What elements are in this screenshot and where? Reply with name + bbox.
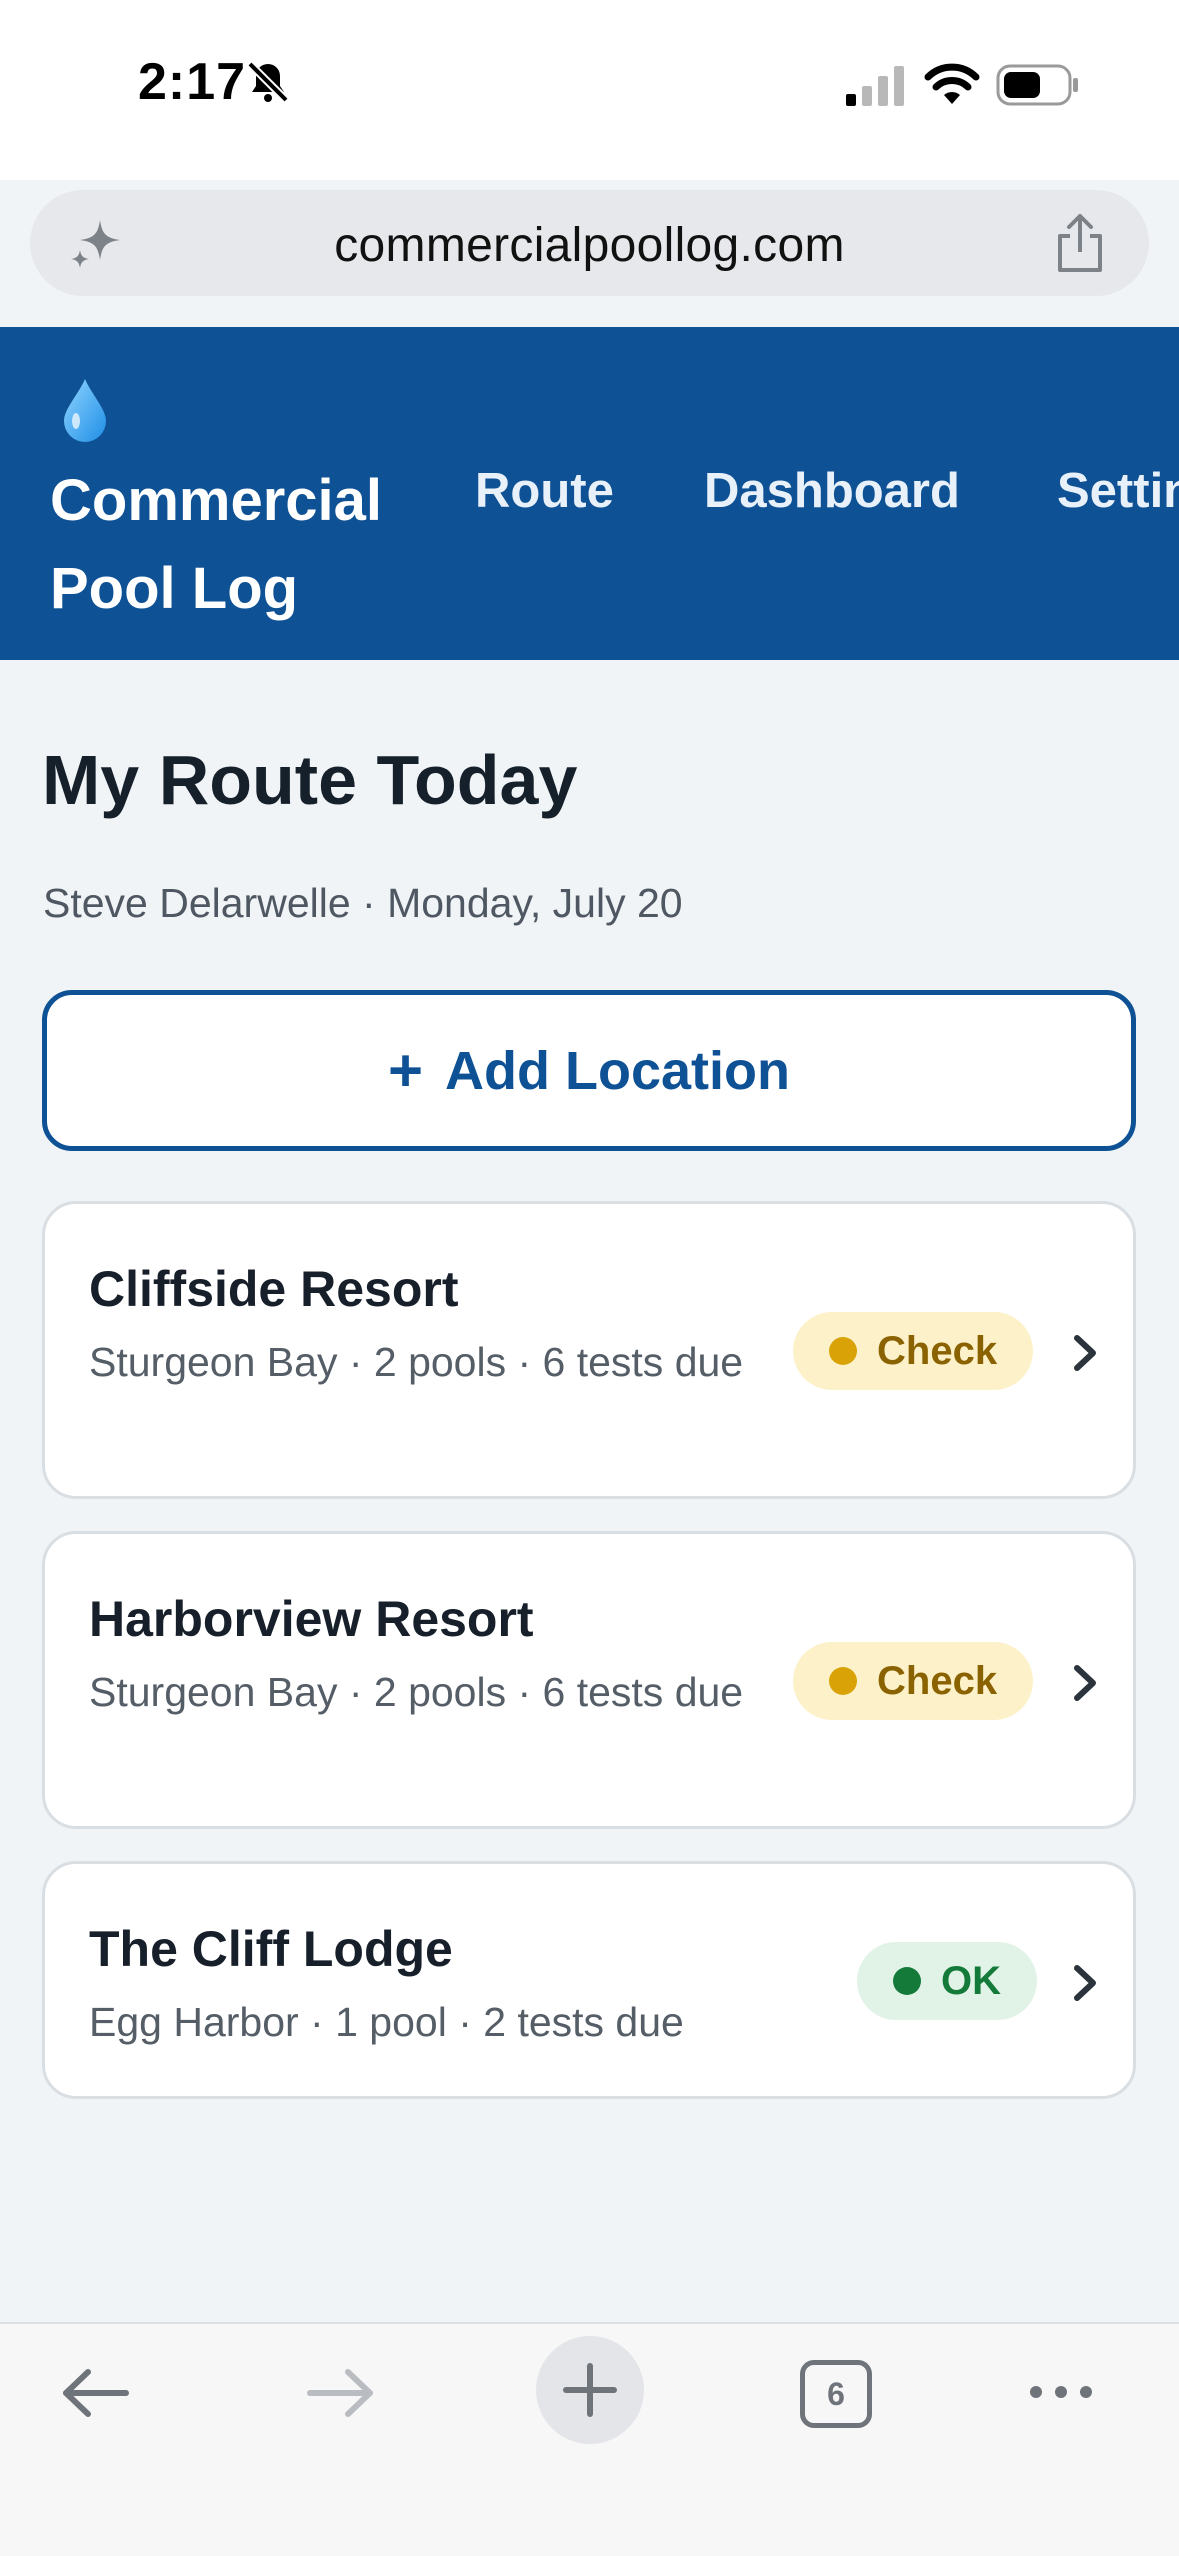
add-location-label: Add Location [445,1040,790,1101]
status-label: Check [877,1328,998,1373]
forward-arrow-icon[interactable] [304,2368,376,2418]
status-bar: 2:17 [0,0,1179,180]
water-drop-icon [64,379,106,442]
add-location-button[interactable]: + Add Location [42,990,1136,1151]
status-dot [893,1967,921,1995]
location-meta: Sturgeon Bay · 2 pools · 6 tests due [89,1339,744,1385]
back-arrow-icon[interactable] [60,2368,132,2418]
share-icon[interactable] [1050,212,1110,276]
page-title: My Route Today [42,741,578,819]
chevron-right-icon [1074,1965,1096,2001]
new-tab-button[interactable] [536,2336,644,2444]
status-badge: Check [793,1312,1034,1390]
plus-icon: + [387,1037,424,1104]
status-badge: OK [857,1942,1037,2020]
location-name: Cliffside Resort [89,1261,459,1317]
status-dot [829,1337,857,1365]
location-card-the-cliff-lodge[interactable]: The Cliff Lodge Egg Harbor · 1 pool · 2 … [42,1861,1136,2099]
new-tab-plus-icon [563,2363,617,2417]
page-subtitle: Steve Delarwelle · Monday, July 20 [43,880,683,926]
nav-settings[interactable]: Settings [1057,463,1179,519]
status-badge: Check [793,1642,1034,1720]
location-card-harborview-resort[interactable]: Harborview Resort Sturgeon Bay · 2 pools… [42,1531,1136,1829]
chevron-right-icon [1074,1335,1096,1371]
app-brand[interactable]: Commercial Pool Log [50,457,430,633]
tabs-icon[interactable]: 6 [800,2360,872,2428]
status-time: 2:17 [138,53,247,111]
location-card-cliffside-resort[interactable]: Cliffside Resort Sturgeon Bay · 2 pools … [42,1201,1136,1499]
address-bar[interactable]: commercialpoollog.com [30,190,1149,296]
cellular-signal-icon [846,66,904,106]
location-meta: Sturgeon Bay · 2 pools · 6 tests due [89,1669,744,1715]
url-text[interactable]: commercialpoollog.com [30,218,1149,273]
status-dot [829,1667,857,1695]
bell-slash-icon [247,61,289,103]
status-label: OK [941,1958,1001,2003]
app-header: Commercial Pool Log Route Dashboard Sett… [0,327,1179,660]
battery-icon [996,64,1078,106]
browser-toolbar: 6 [0,2322,1179,2556]
more-dots-icon[interactable] [1026,2382,1096,2402]
wifi-icon [924,63,980,104]
location-meta: Egg Harbor · 1 pool · 2 tests due [89,1999,684,2045]
location-name: The Cliff Lodge [89,1921,453,1977]
status-label: Check [877,1658,998,1703]
nav-dashboard[interactable]: Dashboard [704,463,960,519]
nav-route[interactable]: Route [475,463,614,519]
chevron-right-icon [1074,1665,1096,1701]
location-name: Harborview Resort [89,1591,534,1647]
